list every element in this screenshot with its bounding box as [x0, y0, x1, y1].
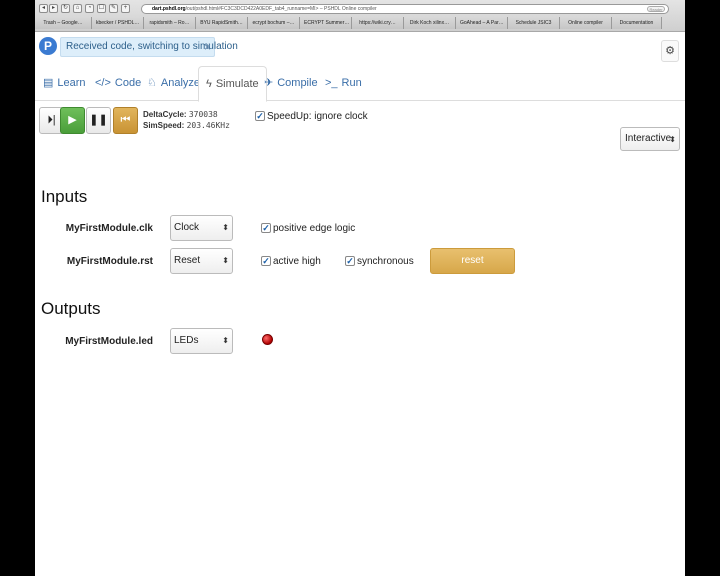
select-value: Reset: [174, 255, 201, 266]
notification-text: Received code, switching to simulation: [66, 41, 238, 52]
active-high-checkbox[interactable]: ✓: [261, 256, 271, 266]
positive-edge-checkbox[interactable]: ✓: [261, 223, 271, 233]
chevron-updown-icon: ⬍: [222, 256, 229, 265]
speedup-checkbox[interactable]: ✓: [255, 111, 265, 121]
gear-icon: ⚙: [665, 45, 675, 57]
code-icon: </>: [95, 77, 111, 89]
delta-label: DeltaCycle:: [143, 110, 187, 119]
tab-label: Compile: [277, 77, 318, 89]
browser-tab[interactable]: BYU RapidSmith…: [196, 17, 248, 29]
synchronous-checkbox[interactable]: ✓: [345, 256, 355, 266]
close-icon[interactable]: ×: [204, 38, 211, 56]
browser-tab[interactable]: Dirk Koch xilinx…: [404, 17, 456, 29]
select-value: Clock: [174, 222, 200, 233]
positive-edge-label: positive edge logic: [273, 223, 356, 234]
rewind-button[interactable]: ⏮: [113, 107, 138, 134]
address-bar[interactable]: dart.pshdl.org/out/pshdl.html#FC3C3DCD42…: [141, 4, 669, 14]
browser-tab[interactable]: Schedule JSIC3: [508, 17, 560, 29]
tab-code[interactable]: </> Code: [95, 66, 141, 101]
signal-rst-label: MyFirstModule.rst: [66, 256, 153, 267]
app-logo: P: [39, 37, 57, 55]
pause-button[interactable]: ❚❚: [86, 107, 111, 134]
url-path: /out/pshdl.html#FC3C3DCD422A0EDF_tab4_ru…: [185, 6, 377, 12]
signal-led-label: MyFirstModule.led: [65, 336, 153, 347]
browser-tab[interactable]: Online compiler: [560, 17, 612, 29]
plus-icon[interactable]: +: [121, 4, 130, 13]
refresh-icon[interactable]: ↻: [61, 4, 70, 13]
tab-analyze[interactable]: ♘ Analyze: [147, 66, 200, 101]
delta-value: 370038: [188, 110, 218, 119]
tab-compile[interactable]: ✈ Compile: [264, 66, 318, 101]
step-icon: ⏵|: [47, 114, 56, 126]
led-indicator: [262, 334, 273, 345]
delta-cycle: DeltaCycle: 370038: [143, 110, 218, 119]
forward-icon[interactable]: ▸: [49, 4, 58, 13]
chevron-updown-icon: ⬍: [222, 223, 229, 232]
outputs-heading: Outputs: [41, 299, 101, 318]
chevron-updown-icon: ⬍: [222, 336, 229, 345]
browser-tab[interactable]: rapidsmith – Ro…: [144, 17, 196, 29]
synchronous-label: synchronous: [357, 256, 414, 267]
browser-tab[interactable]: Trash – Google…: [35, 17, 92, 29]
browser-window: ◂ ▸ ↻ ⌂ ◔ ☐ ✎ + dart.pshdl.org/out/pshdl…: [35, 0, 685, 576]
plane-icon: ✈: [264, 77, 274, 89]
stethoscope-icon: ♘: [147, 77, 157, 89]
tab-label: Learn: [57, 77, 86, 89]
bolt-icon: ϟ: [206, 78, 212, 90]
browser-tab[interactable]: GoAhead – A Par…: [456, 17, 508, 29]
rewind-icon: ⏮: [120, 114, 131, 126]
tab-run[interactable]: >_ Run: [325, 66, 362, 101]
reset-button[interactable]: reset: [430, 248, 515, 274]
led-type-select[interactable]: LEDs ⬍: [170, 328, 233, 354]
tab-simulate[interactable]: ϟ Simulate: [198, 66, 267, 102]
tab-label: Analyze: [160, 77, 201, 89]
inputs-heading: Inputs: [41, 187, 88, 206]
pause-icon: ❚❚: [89, 114, 108, 126]
url-host: dart.pshdl.org: [152, 6, 186, 12]
rst-type-select[interactable]: Reset ⬍: [170, 248, 233, 274]
tab-learn[interactable]: ▤ Learn: [43, 66, 86, 101]
notification-banner: Received code, switching to simulation ×: [60, 37, 238, 57]
sim-speed: SimSpeed: 203.46KHz: [143, 121, 230, 130]
tab-label: Simulate: [215, 78, 259, 90]
signal-clk-label: MyFirstModule.clk: [65, 223, 153, 234]
browser-tab[interactable]: https://wiki.cry…: [352, 17, 404, 29]
book-icon: ▤: [43, 77, 54, 89]
back-icon[interactable]: ◂: [39, 4, 48, 13]
select-value: LEDs: [174, 335, 199, 346]
terminal-icon: >_: [325, 77, 338, 89]
mode-value: Interactive: [625, 133, 672, 144]
speed-label: SimSpeed:: [143, 121, 185, 130]
clk-type-select[interactable]: Clock ⬍: [170, 215, 233, 241]
chevron-updown-icon: ⬍: [669, 135, 676, 144]
bookmarks-icon[interactable]: ☐: [97, 4, 106, 13]
home-icon[interactable]: ⌂: [73, 4, 82, 13]
active-high-label: active high: [273, 256, 321, 267]
main-tabs: ▤ Learn </> Code ♘ Analyze ϟ Simulate ✈ Compi…: [35, 66, 685, 102]
browser-tab[interactable]: Documentation: [612, 17, 662, 29]
reader-button[interactable]: Reader: [647, 6, 665, 12]
play-icon: ▶: [68, 114, 77, 126]
speedup-label: SpeedUp: ignore clock: [267, 111, 368, 122]
browser-tab[interactable]: kbecker / PSHDL…: [92, 17, 144, 29]
tools-icon[interactable]: ✎: [109, 4, 118, 13]
speed-value: 203.46KHz: [186, 121, 230, 130]
browser-tab[interactable]: ecrypt bochum –…: [248, 17, 300, 29]
settings-button[interactable]: ⚙: [661, 40, 679, 62]
mode-select[interactable]: Interactive ⬍: [620, 127, 680, 151]
tab-label: Code: [114, 77, 142, 89]
tab-label: Run: [341, 77, 362, 89]
browser-tab[interactable]: ECRYPT Summer…: [300, 17, 352, 29]
browser-toolbar: ◂ ▸ ↻ ⌂ ◔ ☐ ✎ + dart.pshdl.org/out/pshdl…: [35, 0, 685, 32]
bookmark-tabs: Trash – Google… kbecker / PSHDL… rapidsmit…: [35, 17, 685, 29]
history-icon[interactable]: ◔: [85, 4, 94, 13]
play-button[interactable]: ▶: [60, 107, 85, 134]
